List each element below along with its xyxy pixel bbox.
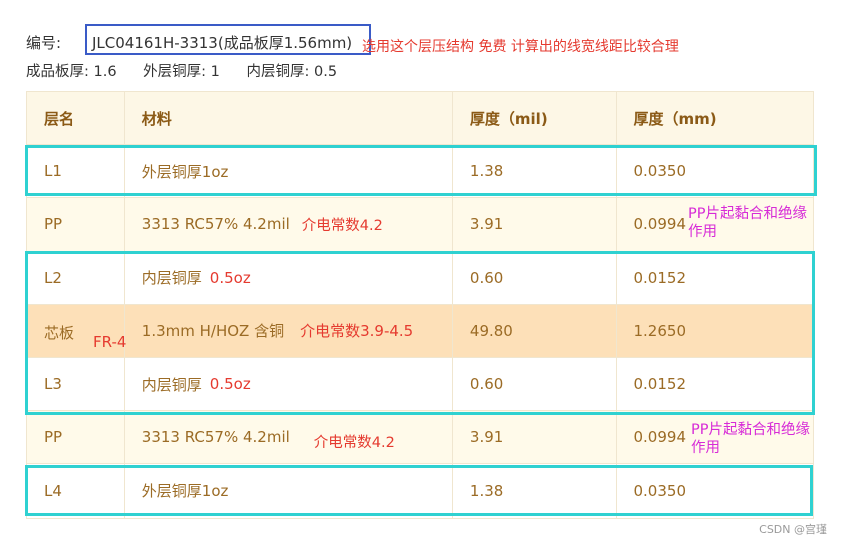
cell-mil: 3.91	[453, 198, 617, 251]
header-material: 材料	[125, 92, 453, 145]
header: 编号: JLC04161H-3313(成品板厚1.56mm) 选用这个层压结构 …	[26, 24, 826, 84]
dk-annotation: 介电常数4.2	[301, 217, 383, 234]
header-thickness-mil: 厚度（mil)	[453, 92, 617, 145]
pp-note-bottom: PP片起黏合和绝缘 作用	[691, 421, 810, 457]
code-label: 编号:	[26, 34, 62, 52]
pp-note-top-line2: 作用	[688, 224, 717, 241]
highlight-frame-inner	[25, 251, 815, 415]
cell-layer: PP	[27, 198, 125, 251]
watermark: CSDN @宫瑾	[759, 523, 827, 536]
pp-note-bottom-line2: 作用	[691, 440, 720, 457]
pp-note-top: PP片起黏合和绝缘 作用	[688, 205, 807, 241]
code-note: 选用这个层压结构 免费 计算出的线宽线距比较合理	[362, 39, 679, 55]
highlight-frame-l1	[25, 145, 817, 196]
outer-copper: 外层铜厚: 1	[143, 64, 220, 80]
board-thickness: 成品板厚: 1.6	[26, 64, 117, 80]
dk-annotation: 介电常数4.2	[313, 434, 395, 451]
cell-material: 3313 RC57% 4.2mil 介电常数4.2	[125, 411, 453, 464]
cell-layer: PP	[27, 411, 125, 464]
inner-copper: 内层铜厚: 0.5	[246, 64, 338, 80]
table-header-row: 层名 材料 厚度（mil) 厚度（mm)	[27, 92, 813, 146]
pp-note-top-line1: PP片起黏合和绝缘	[688, 206, 807, 222]
material-text: 3313 RC57% 4.2mil	[141, 428, 290, 447]
material-text: 3313 RC57% 4.2mil	[141, 215, 290, 234]
cell-material: 3313 RC57% 4.2mil 介电常数4.2	[125, 198, 453, 251]
meta-row: 成品板厚: 1.6 外层铜厚: 1 内层铜厚: 0.5	[26, 60, 359, 81]
cell-mil: 3.91	[453, 411, 617, 464]
code-value: JLC04161H-3313(成品板厚1.56mm)	[92, 34, 353, 52]
pp-note-bottom-line1: PP片起黏合和绝缘	[691, 422, 810, 438]
header-layer: 层名	[27, 92, 125, 145]
header-thickness-mm: 厚度（mm)	[633, 109, 717, 128]
highlight-frame-l4	[25, 465, 813, 516]
